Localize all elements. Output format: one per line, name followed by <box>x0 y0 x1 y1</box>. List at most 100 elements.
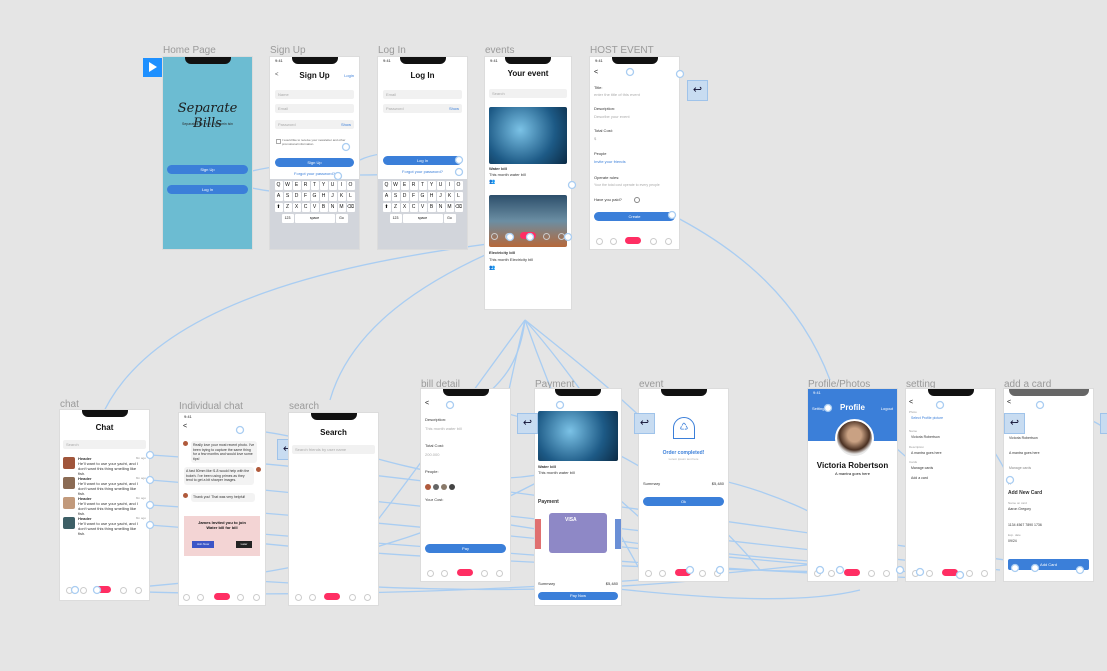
tab-search-icon[interactable] <box>197 594 204 601</box>
frame-bill-detail[interactable]: < Description: This month water bill Tot… <box>421 389 510 581</box>
tab-search-icon[interactable] <box>610 238 617 245</box>
tab-chat-icon[interactable] <box>966 570 973 577</box>
tab-add-button[interactable] <box>457 569 473 576</box>
key[interactable]: B <box>319 203 328 212</box>
login-email-field[interactable]: Email <box>383 90 462 99</box>
shift-key-icon[interactable]: ⬆ <box>274 203 283 212</box>
forgot-password-link[interactable]: Forgot your password? <box>270 171 359 176</box>
tab-add-button[interactable] <box>520 232 536 239</box>
host-desc-input[interactable]: Describe your event <box>594 114 630 119</box>
back-action-icon[interactable]: ↩ <box>634 413 655 434</box>
tab-home-icon[interactable] <box>427 570 434 577</box>
key[interactable]: M <box>445 203 454 212</box>
key[interactable]: I <box>337 181 346 190</box>
tab-profile-icon[interactable] <box>883 570 890 577</box>
key[interactable]: Z <box>283 203 292 212</box>
tab-add-button[interactable] <box>675 569 691 576</box>
card-number-input[interactable]: 1134 4567 7890 1736 <box>1008 523 1042 527</box>
tab-home-icon[interactable] <box>645 570 652 577</box>
space-key[interactable]: space <box>294 214 335 223</box>
tab-chat-icon[interactable] <box>543 233 550 240</box>
key[interactable]: F <box>409 192 418 201</box>
tab-search-icon[interactable] <box>80 587 87 594</box>
tab-chat-icon[interactable] <box>120 587 127 594</box>
frame-search[interactable]: Search Search friends by user name <box>289 413 378 605</box>
tab-search-icon[interactable] <box>926 570 933 577</box>
key[interactable]: K <box>445 192 454 201</box>
tab-profile-icon[interactable] <box>135 587 142 594</box>
key[interactable]: J <box>328 192 337 201</box>
key[interactable]: L <box>454 192 463 201</box>
show-password-link[interactable]: Show <box>341 122 351 127</box>
join-now-button[interactable]: Join Now <box>192 541 214 548</box>
pay-now-button[interactable]: Pay Now <box>538 592 618 600</box>
frame-payment[interactable]: Water bill This month water bill Payment… <box>535 389 621 605</box>
signup-login-link[interactable]: Login <box>344 73 354 78</box>
key[interactable]: O <box>346 181 355 190</box>
host-title-input[interactable]: enter the title of this event <box>594 92 640 97</box>
key[interactable]: M <box>337 203 346 212</box>
key[interactable]: Z <box>391 203 400 212</box>
frame-signup[interactable]: 9:41 < Sign Up Login Name Email Password… <box>270 57 359 249</box>
tab-chat-icon[interactable] <box>868 570 875 577</box>
tab-profile-icon[interactable] <box>714 570 721 577</box>
key[interactable]: B <box>427 203 436 212</box>
key[interactable]: X <box>400 203 409 212</box>
holder-input[interactable]: Aaron Gregory <box>1008 507 1031 511</box>
tab-profile-icon[interactable] <box>496 570 503 577</box>
close-icon[interactable]: × <box>1008 481 1011 487</box>
friend-search-input[interactable]: Search friends by user name <box>292 445 375 454</box>
tab-home-icon[interactable] <box>491 233 498 240</box>
key[interactable]: V <box>418 203 427 212</box>
key[interactable]: U <box>436 181 445 190</box>
key[interactable]: T <box>418 181 427 190</box>
profile-photo[interactable] <box>835 419 874 458</box>
tab-home-icon[interactable] <box>66 587 73 594</box>
tab-search-icon[interactable] <box>659 570 666 577</box>
key[interactable]: H <box>427 192 436 201</box>
key[interactable]: D <box>400 192 409 201</box>
host-total-input[interactable]: $ <box>594 136 596 141</box>
signup-button[interactable]: Sign Up <box>275 158 354 167</box>
key[interactable]: I <box>445 181 454 190</box>
pay-button[interactable]: Pay <box>425 544 506 553</box>
ok-button[interactable]: Ok <box>643 497 724 506</box>
chat-row[interactable]: Header He'll want to use your yacht, and … <box>63 476 146 496</box>
tab-home-icon[interactable] <box>912 570 919 577</box>
tab-search-icon[interactable] <box>441 570 448 577</box>
back-action-icon[interactable]: ↩ <box>1004 413 1025 434</box>
key[interactable]: E <box>292 181 301 190</box>
key[interactable]: A <box>382 192 391 201</box>
forgot-password-link[interactable]: Forgot your password? <box>378 169 467 174</box>
backspace-key-icon[interactable]: ⌫ <box>346 203 355 212</box>
credit-card[interactable]: VISA <box>549 513 607 553</box>
back-chevron-icon[interactable]: < <box>594 69 598 76</box>
tab-add-button[interactable] <box>95 586 111 593</box>
tab-chat-icon[interactable] <box>481 570 488 577</box>
tab-add-button[interactable] <box>942 569 958 576</box>
tab-add-button[interactable] <box>324 593 340 600</box>
frame-events[interactable]: 9:41 Your event Search Water bill This m… <box>485 57 571 309</box>
tab-chat-icon[interactable] <box>349 594 356 601</box>
back-action-icon[interactable]: ↩ <box>687 80 708 101</box>
paid-radio[interactable] <box>634 197 640 203</box>
key[interactable]: A <box>274 192 283 201</box>
key[interactable]: X <box>292 203 301 212</box>
key[interactable]: S <box>391 192 400 201</box>
frame-home[interactable]: Separate Bills Separated by Ferd Eleinar… <box>163 57 252 249</box>
tab-profile-icon[interactable] <box>364 594 371 601</box>
tab-search-icon[interactable] <box>828 570 835 577</box>
tab-search-icon[interactable] <box>309 594 316 601</box>
key[interactable]: E <box>400 181 409 190</box>
frame-individual-chat[interactable]: 9:41 < Really love your most recent phot… <box>179 413 265 605</box>
key[interactable]: W <box>391 181 400 190</box>
space-key[interactable]: space <box>402 214 443 223</box>
event-image-water[interactable] <box>489 107 567 164</box>
key[interactable]: Q <box>274 181 283 190</box>
back-chevron-icon[interactable]: < <box>183 423 187 430</box>
key[interactable]: Q <box>382 181 391 190</box>
tab-add-button[interactable] <box>625 237 641 244</box>
select-profile-picture-link[interactable]: Select Profile picture <box>911 416 943 420</box>
host-rules-input[interactable]: Your the total cost operate to every peo… <box>594 183 660 187</box>
later-button[interactable]: Later <box>236 541 252 548</box>
